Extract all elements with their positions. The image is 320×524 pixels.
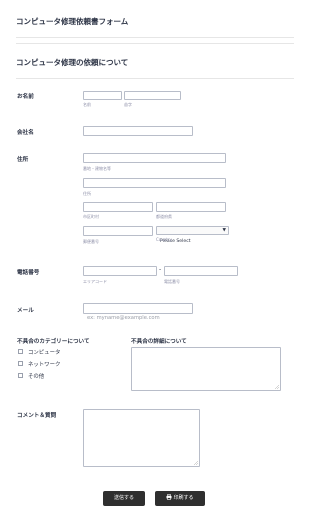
form-title: コンピュータ修理依頼書フォーム (16, 17, 129, 26)
chevron-down-icon: ▼ (222, 228, 226, 233)
prefecture-input[interactable] (156, 202, 226, 212)
postal-code-caption: 郵便番号 (83, 239, 99, 244)
print-button-label: 印刷する (173, 495, 194, 501)
company-input[interactable] (83, 126, 193, 136)
country-select[interactable]: Please Select ▼ (156, 226, 229, 244)
divider (16, 43, 294, 44)
divider (16, 37, 294, 38)
prefecture-caption: 都道府県 (156, 214, 172, 219)
address-label: 住所 (17, 157, 29, 163)
phone-label: 電話番号 (17, 270, 40, 276)
resize-grip-icon[interactable] (275, 385, 279, 389)
comments-textarea[interactable] (83, 409, 200, 467)
comments-label: コメント＆質問 (17, 413, 57, 419)
area-code-caption: エリアコード (83, 279, 107, 284)
address-line2-caption: 住所 (83, 191, 91, 196)
checkbox-other[interactable] (18, 373, 23, 378)
first-name-caption: 名前 (83, 102, 91, 107)
category-label: 不具合のカテゴリーについて (17, 339, 90, 345)
city-input[interactable] (83, 202, 153, 212)
checkbox-computer[interactable] (18, 349, 23, 354)
last-name-caption: 苗字 (124, 102, 132, 107)
phone-number-input[interactable] (164, 266, 238, 276)
email-label: メール (17, 308, 34, 314)
street-address-input[interactable] (83, 153, 226, 163)
phone-separator: - (159, 266, 162, 273)
last-name-input[interactable] (124, 91, 181, 100)
divider (16, 78, 294, 79)
resize-grip-icon[interactable] (194, 461, 198, 465)
address-line2-input[interactable] (83, 178, 226, 188)
area-code-input[interactable] (83, 266, 157, 276)
phone-number-caption: 電話番号 (164, 279, 180, 284)
option-network-label: ネットワーク (28, 362, 61, 368)
section-heading: コンピュータ修理の依頼について (16, 58, 129, 67)
postal-code-input[interactable] (83, 226, 153, 236)
email-input[interactable]: ex: myname@example.com (83, 303, 193, 321)
option-computer-label: コンピュータ (28, 350, 61, 356)
country-caption: Country (156, 237, 172, 242)
name-label: お名前 (17, 94, 34, 100)
submit-button[interactable]: 送信する (103, 491, 145, 506)
company-label: 会社名 (17, 130, 34, 136)
street-address-caption: 番地・建物名等 (83, 166, 111, 171)
print-button[interactable]: 印刷する (155, 491, 205, 506)
city-caption: 市区町村 (83, 214, 99, 219)
email-placeholder: ex: myname@example.com (87, 315, 160, 321)
option-other-label: その他 (28, 374, 45, 380)
checkbox-network[interactable] (18, 361, 23, 366)
details-label: 不具合の詳細について (131, 339, 187, 345)
first-name-input[interactable] (83, 91, 122, 100)
submit-button-label: 送信する (113, 495, 134, 501)
details-textarea[interactable] (131, 347, 281, 391)
printer-icon (166, 494, 173, 500)
